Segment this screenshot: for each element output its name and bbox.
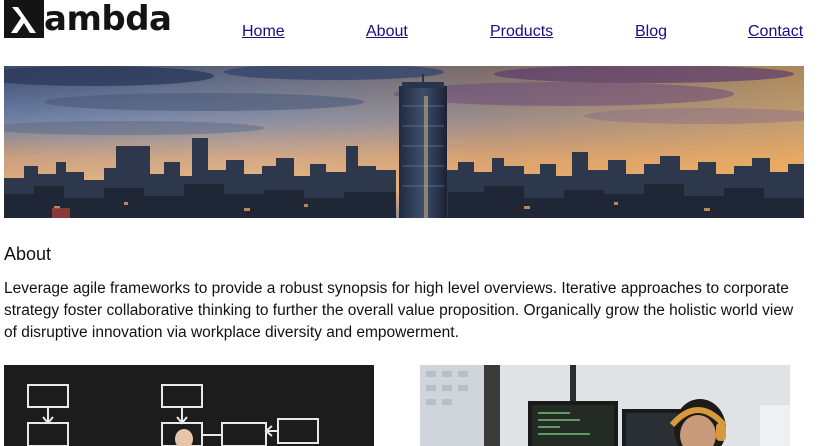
flowchart-chalkboard-image — [4, 365, 374, 446]
nav-link-home[interactable]: Home — [242, 20, 285, 44]
developer-image — [420, 365, 790, 446]
city-skyline-image — [4, 66, 804, 218]
nav-link-products[interactable]: Products — [490, 20, 553, 44]
page: ambda Home About Products Blog Contact A… — [0, 0, 830, 446]
flowchart-image — [4, 365, 374, 446]
about-heading: About — [4, 244, 52, 264]
hero-image — [4, 66, 804, 218]
developer-at-monitors-image — [420, 365, 790, 446]
about-text: Leverage agile frameworks to provide a r… — [4, 280, 794, 341]
nav-link-blog[interactable]: Blog — [635, 20, 667, 44]
nav-link-contact[interactable]: Contact — [748, 20, 803, 44]
nav-link-about[interactable]: About — [366, 20, 408, 44]
main-nav: Home About Products Blog Contact — [0, 20, 830, 44]
